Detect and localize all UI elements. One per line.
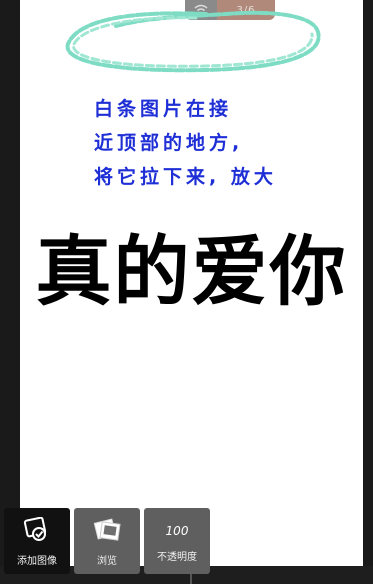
bottom-toolbar: 添加图像 浏览 100 不透明度 <box>4 508 210 574</box>
photos-icon <box>92 516 122 544</box>
add-image-button[interactable]: 添加图像 <box>4 508 70 574</box>
opacity-label: 不透明度 <box>157 552 197 563</box>
add-image-label: 添加图像 <box>17 556 57 567</box>
add-image-icon <box>23 516 51 544</box>
handwritten-instructions: 白条图片在接 近顶部的地方, 将它拉下来, 放大 <box>94 92 334 194</box>
opacity-button[interactable]: 100 不透明度 <box>144 508 210 574</box>
instruction-line: 白条图片在接 <box>94 98 233 120</box>
big-handwritten-text: 真的爱你 <box>35 227 348 316</box>
scribble-ellipse <box>65 10 321 73</box>
divider <box>190 574 192 584</box>
instruction-line: 近顶部的地方, <box>94 132 244 154</box>
opacity-value: 100 <box>165 524 189 538</box>
browse-button[interactable]: 浏览 <box>74 508 140 574</box>
instruction-line: 将它拉下来, 放大 <box>94 166 277 188</box>
drawing-canvas[interactable]: 3/6 白条图片在接 近顶部的地方, 将它拉下来, 放大 真的爱你 <box>20 0 363 566</box>
browse-label: 浏览 <box>97 556 117 567</box>
